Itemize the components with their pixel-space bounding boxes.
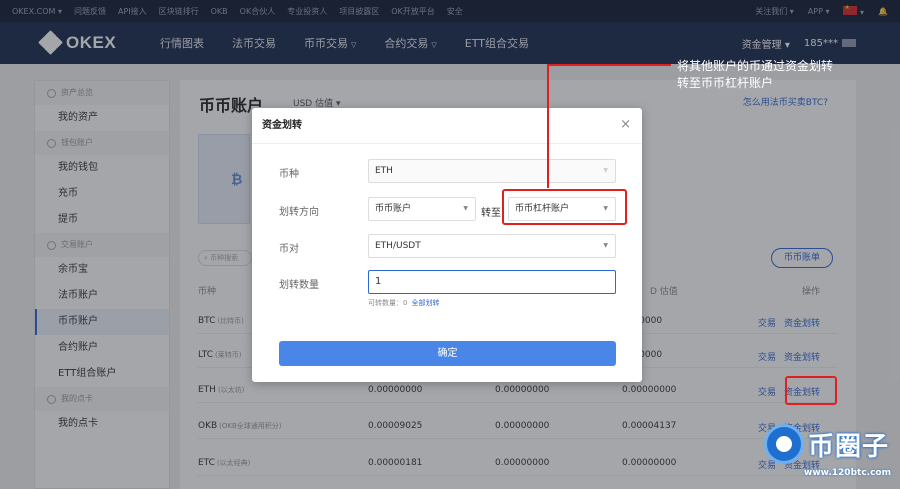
dialog-title: 资金划转: [252, 108, 642, 144]
pair-select[interactable]: ETH/USDT ▼: [368, 234, 616, 258]
chevron-down-icon: ▼: [603, 167, 608, 174]
quantity-input[interactable]: 1: [368, 270, 616, 294]
currency-label: 币种: [279, 169, 299, 180]
watermark-logo-icon: [764, 424, 804, 464]
annotation-line: [547, 64, 671, 66]
to-label: 转至: [481, 208, 501, 219]
available-amount: 可转数量：0 全部划转: [368, 299, 440, 307]
annotation-text: 将其他账户的币通过资金划转 转至币币杠杆账户: [677, 59, 834, 90]
transfer-all-link[interactable]: 全部划转: [411, 299, 439, 307]
transfer-dialog: 资金划转 × 币种 ETH ▼ 划转方向 币币账户 ▼ 转至 币币杠杆账户 ▼ 币对 …: [252, 108, 642, 382]
chevron-down-icon: ▼: [603, 242, 608, 249]
annotation-line: [547, 64, 549, 188]
currency-select[interactable]: ETH ▼: [368, 159, 616, 183]
pair-label: 币对: [279, 244, 299, 255]
close-icon[interactable]: ×: [620, 118, 631, 132]
chevron-down-icon: ▼: [463, 205, 468, 212]
from-account-select[interactable]: 币币账户 ▼: [368, 197, 476, 221]
confirm-button[interactable]: 确定: [279, 341, 616, 366]
highlight-transfer-link: [785, 376, 837, 405]
watermark: 币圈子 www.120btc.com: [762, 420, 900, 489]
direction-label: 划转方向: [279, 207, 319, 218]
quantity-label: 划转数量: [279, 280, 319, 291]
highlight-to-account: [502, 189, 627, 225]
